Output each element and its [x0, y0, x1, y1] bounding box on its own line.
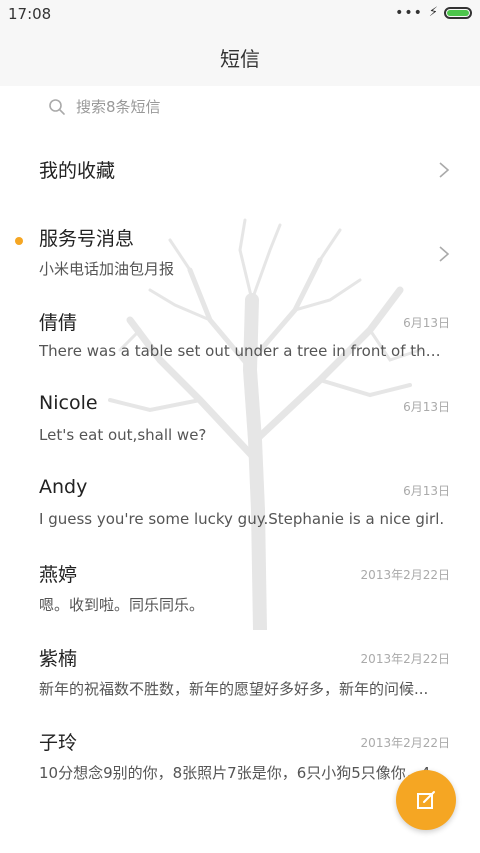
conversation-preview: I guess you're some lucky guy.Stephanie …: [39, 510, 445, 528]
status-bar: 17:08 ••• ⚡: [0, 0, 480, 28]
app-header: 短信: [0, 28, 480, 86]
conversation-title: Nicole: [39, 392, 98, 414]
battery-level: [447, 10, 469, 16]
conversation-row[interactable]: Andy I guess you're some lucky guy.Stepha…: [0, 464, 480, 548]
conversation-preview: 嗯。收到啦。同乐同乐。: [39, 596, 205, 614]
compose-icon: [417, 791, 435, 809]
conversation-title: 子玲: [39, 732, 78, 754]
conversation-preview: 10分想念9别的你，8张照片7张是你，6只小狗5只像你，4...: [39, 764, 445, 782]
chevron-right-icon: [439, 246, 450, 262]
search-bar[interactable]: 搜索8条短信: [48, 96, 161, 117]
conversation-title: 倩倩: [39, 312, 78, 334]
status-time: 17:08: [8, 5, 52, 23]
conversation-row[interactable]: 服务号消息小米电话加油包月报: [0, 212, 480, 296]
conversation-row[interactable]: Nicole Let's eat out,shall we? 6月13日: [0, 380, 480, 464]
conversation-preview: 小米电话加油包月报: [39, 260, 175, 278]
conversation-row[interactable]: 倩倩 There was a table set out under a tree…: [0, 296, 480, 380]
search-icon: [49, 98, 65, 115]
conversation-row[interactable]: 紫楠新年的祝福数不胜数，新年的愿望好多好多，新年的问候... 2013年2月22日: [0, 632, 480, 716]
conversation-title: 燕婷: [39, 564, 78, 586]
conversation-date: 6月13日: [403, 316, 450, 330]
chevron-right-icon: [439, 162, 450, 178]
page-title: 短信: [220, 46, 260, 71]
search-placeholder: 搜索8条短信: [76, 98, 161, 116]
conversation-date: 2013年2月22日: [360, 736, 450, 750]
conversation-title: 紫楠: [39, 648, 78, 670]
conversation-preview: Let's eat out,shall we?: [39, 426, 207, 444]
conversation-title: Andy: [39, 476, 88, 498]
conversation-row[interactable]: 我的收藏: [0, 128, 480, 212]
conversation-date: 2013年2月22日: [360, 652, 450, 666]
conversation-preview: 新年的祝福数不胜数，新年的愿望好多好多，新年的问候...: [39, 680, 429, 698]
unread-indicator: [15, 237, 23, 245]
status-icons: ••• ⚡: [395, 6, 472, 20]
conversation-preview: There was a table set out under a tree i…: [39, 342, 449, 360]
conversation-title: 我的收藏: [39, 160, 116, 182]
conversation-row[interactable]: 燕婷嗯。收到啦。同乐同乐。 2013年2月22日: [0, 548, 480, 632]
conversation-date: 6月13日: [403, 400, 450, 414]
conversation-title: 服务号消息: [39, 228, 135, 250]
charging-icon: ⚡: [428, 5, 438, 20]
conversation-date: 6月13日: [403, 484, 450, 498]
compose-button[interactable]: [396, 770, 456, 830]
notification-dots-icon: •••: [395, 5, 423, 21]
battery-icon: [444, 7, 472, 19]
conversation-date: 2013年2月22日: [360, 568, 450, 582]
